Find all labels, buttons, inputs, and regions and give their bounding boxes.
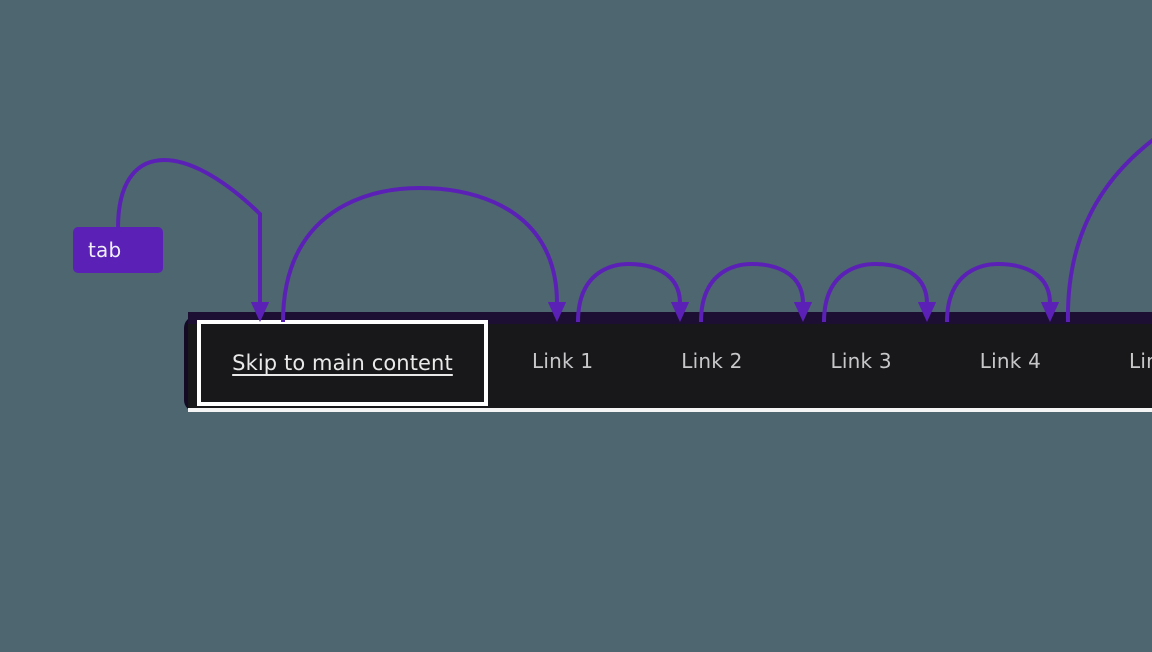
nav-link-3[interactable]: Link 3 bbox=[809, 349, 914, 373]
focus-arc-link5-to-offscreen bbox=[1065, 138, 1152, 323]
tab-key-badge: tab bbox=[73, 227, 163, 273]
nav-link-5[interactable]: Link 5 bbox=[1107, 349, 1152, 373]
skip-link-label: Skip to main content bbox=[232, 351, 453, 375]
nav-link-2[interactable]: Link 2 bbox=[659, 349, 764, 373]
skip-to-main-content-link[interactable]: Skip to main content bbox=[197, 320, 488, 406]
nav-link-1[interactable]: Link 1 bbox=[510, 349, 615, 373]
nav-link-4[interactable]: Link 4 bbox=[958, 349, 1063, 373]
tab-key-label: tab bbox=[88, 238, 122, 262]
focus-arc-skip-link-to-link1 bbox=[281, 185, 567, 323]
navbar-links: Link 1 Link 2 Link 3 Link 4 Link 5 bbox=[488, 312, 1152, 410]
diagram-canvas: Skip to main content Link 1 Link 2 Link … bbox=[0, 0, 1152, 652]
